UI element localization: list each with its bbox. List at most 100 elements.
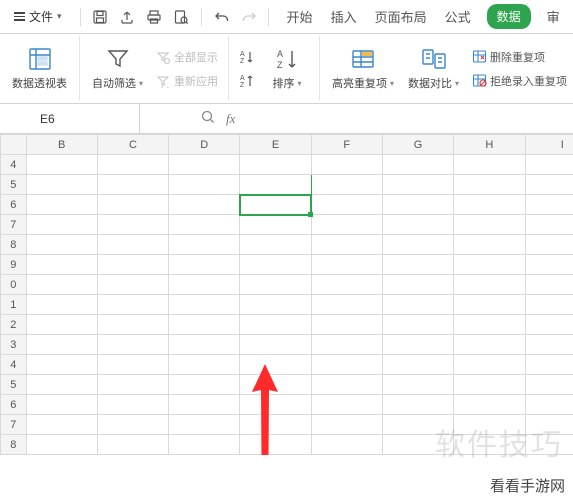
cell[interactable] xyxy=(97,275,168,295)
cell[interactable] xyxy=(525,235,573,255)
row-header[interactable]: 8 xyxy=(1,235,27,255)
cell[interactable] xyxy=(382,375,453,395)
cell[interactable] xyxy=(240,235,311,255)
cell[interactable] xyxy=(26,355,97,375)
cell[interactable] xyxy=(26,415,97,435)
cell[interactable] xyxy=(169,395,240,415)
cell[interactable] xyxy=(382,215,453,235)
cell[interactable] xyxy=(240,295,311,315)
cell[interactable] xyxy=(382,335,453,355)
tab-formula[interactable]: 公式 xyxy=(443,1,473,32)
cell[interactable] xyxy=(240,335,311,355)
redo-icon[interactable] xyxy=(240,8,258,26)
cell[interactable] xyxy=(525,155,573,175)
cell[interactable] xyxy=(311,375,382,395)
row-header[interactable]: 4 xyxy=(1,355,27,375)
highlight-duplicates-button[interactable]: 高亮重复项▾ xyxy=(326,44,400,93)
row-header[interactable]: 6 xyxy=(1,195,27,215)
tab-extra[interactable]: 审 xyxy=(545,1,562,32)
cell[interactable] xyxy=(97,315,168,335)
cell[interactable] xyxy=(525,415,573,435)
cell[interactable] xyxy=(169,255,240,275)
cell[interactable] xyxy=(311,415,382,435)
cell[interactable] xyxy=(240,275,311,295)
search-icon[interactable] xyxy=(200,109,216,128)
row-header[interactable]: 6 xyxy=(1,395,27,415)
cell[interactable] xyxy=(240,155,311,175)
sort-desc-button[interactable]: A Z xyxy=(235,71,259,91)
row-header[interactable]: 3 xyxy=(1,335,27,355)
sort-button[interactable]: A Z 排序▾ xyxy=(261,44,313,93)
cell[interactable] xyxy=(311,275,382,295)
cell[interactable] xyxy=(525,355,573,375)
cell[interactable] xyxy=(169,275,240,295)
cell[interactable] xyxy=(240,215,311,235)
cell[interactable] xyxy=(454,355,525,375)
cell[interactable] xyxy=(525,275,573,295)
row-header[interactable]: 7 xyxy=(1,215,27,235)
cell[interactable] xyxy=(382,175,453,195)
cell[interactable] xyxy=(169,175,240,195)
cell[interactable] xyxy=(382,235,453,255)
print-preview-icon[interactable] xyxy=(172,8,190,26)
cell[interactable] xyxy=(382,355,453,375)
cell[interactable] xyxy=(311,235,382,255)
tab-start[interactable]: 开始 xyxy=(285,1,315,32)
cell[interactable] xyxy=(382,295,453,315)
cell[interactable] xyxy=(525,195,573,215)
cell[interactable] xyxy=(454,255,525,275)
cell[interactable] xyxy=(26,235,97,255)
row-header[interactable]: 2 xyxy=(1,315,27,335)
cell[interactable] xyxy=(525,215,573,235)
show-all-button[interactable]: 全部显示 xyxy=(151,47,222,67)
print-icon[interactable] xyxy=(145,8,163,26)
reject-duplicates-button[interactable]: 拒绝录入重复项 xyxy=(467,71,571,91)
cell[interactable] xyxy=(26,435,97,455)
cell[interactable] xyxy=(525,295,573,315)
cell[interactable] xyxy=(240,355,311,375)
cell[interactable] xyxy=(26,215,97,235)
cell[interactable] xyxy=(382,275,453,295)
col-header[interactable]: G xyxy=(382,135,453,155)
cell[interactable] xyxy=(240,375,311,395)
col-header[interactable]: H xyxy=(454,135,525,155)
cell[interactable] xyxy=(525,315,573,335)
cell[interactable] xyxy=(311,175,382,195)
cell[interactable] xyxy=(26,375,97,395)
cell[interactable] xyxy=(169,415,240,435)
col-header[interactable]: D xyxy=(169,135,240,155)
cell[interactable] xyxy=(311,395,382,415)
cell[interactable] xyxy=(240,255,311,275)
cell[interactable] xyxy=(382,435,453,455)
cell[interactable] xyxy=(169,155,240,175)
cell[interactable] xyxy=(382,255,453,275)
fx-button[interactable]: fx xyxy=(226,111,235,127)
cell[interactable] xyxy=(311,295,382,315)
col-header[interactable]: B xyxy=(26,135,97,155)
cell[interactable] xyxy=(454,335,525,355)
cell[interactable] xyxy=(454,415,525,435)
cell[interactable] xyxy=(97,375,168,395)
cell[interactable] xyxy=(454,295,525,315)
cell[interactable] xyxy=(169,335,240,355)
file-menu-button[interactable]: 文件 ▾ xyxy=(6,4,70,29)
remove-duplicates-button[interactable]: 删除重复项 xyxy=(467,47,571,67)
cell[interactable] xyxy=(311,315,382,335)
sort-asc-button[interactable]: A Z xyxy=(235,47,259,67)
cell[interactable] xyxy=(169,315,240,335)
export-icon[interactable] xyxy=(118,8,136,26)
select-all-corner[interactable] xyxy=(1,135,27,155)
row-header[interactable]: 5 xyxy=(1,375,27,395)
cell[interactable] xyxy=(382,315,453,335)
cell[interactable] xyxy=(97,155,168,175)
cell[interactable] xyxy=(454,175,525,195)
col-header[interactable]: C xyxy=(97,135,168,155)
cell[interactable] xyxy=(26,315,97,335)
cell[interactable] xyxy=(26,255,97,275)
cell[interactable] xyxy=(97,335,168,355)
cell[interactable] xyxy=(240,195,311,215)
cell[interactable] xyxy=(26,195,97,215)
row-header[interactable]: 0 xyxy=(1,275,27,295)
cell[interactable] xyxy=(382,155,453,175)
undo-icon[interactable] xyxy=(213,8,231,26)
